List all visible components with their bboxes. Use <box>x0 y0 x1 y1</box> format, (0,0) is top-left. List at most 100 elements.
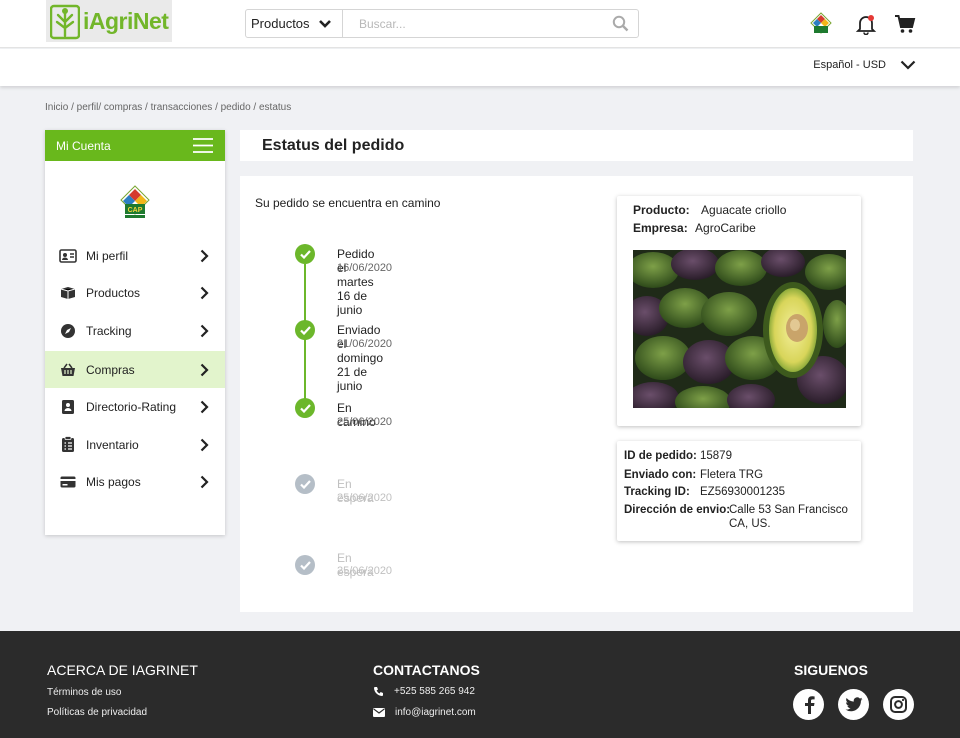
instagram-button[interactable] <box>883 689 914 720</box>
shipping-address-line1: Calle 53 San Francisco <box>729 504 848 516</box>
timeline-step-date: 25/06/2020 <box>337 492 393 504</box>
timeline-step-title: Enviado el domingo 21 de junio <box>337 323 384 393</box>
company-avatar[interactable] <box>809 12 833 36</box>
sidebar-item-label: Inventario <box>86 437 139 452</box>
account-sidebar: Mi Cuenta CAP Mi perfil Productos Tracki… <box>45 130 225 535</box>
shipping-address-line2: CA, US. <box>729 518 771 530</box>
sidebar-item-directorio-rating[interactable]: Directorio-Rating <box>45 389 225 426</box>
chevron-right-icon <box>200 438 209 452</box>
search-icon <box>612 15 628 32</box>
check-icon <box>295 244 315 264</box>
bell-icon <box>855 15 877 35</box>
cart-button[interactable] <box>893 12 917 36</box>
order-id-value: 15879 <box>700 450 732 462</box>
check-icon <box>295 555 315 575</box>
breadcrumb[interactable]: Inicio / perfil/ compras / transacciones… <box>45 102 291 113</box>
twitter-button[interactable] <box>838 689 869 720</box>
footer-about-title: ACERCA DE IAGRINET <box>47 662 198 678</box>
search-category-select[interactable]: Productos <box>246 10 343 37</box>
timeline-step-date: 25/06/2020 <box>337 565 393 577</box>
company-value: AgroCaribe <box>695 221 756 235</box>
search-button[interactable] <box>602 10 638 37</box>
search-bar: Productos <box>245 9 639 38</box>
company-label: Empresa: <box>633 221 688 235</box>
shipping-address-label: Dirección de envio: <box>624 504 731 516</box>
contact-book-icon <box>59 398 77 416</box>
chevron-right-icon <box>200 249 209 262</box>
hamburger-menu-icon[interactable] <box>193 138 213 153</box>
search-input[interactable] <box>343 10 602 37</box>
email-icon <box>373 708 385 717</box>
sidebar-item-label: Tracking <box>86 323 132 338</box>
product-value: Aguacate criollo <box>701 203 787 217</box>
check-icon <box>295 474 315 494</box>
notifications-button[interactable] <box>854 12 878 36</box>
footer-phone[interactable]: +525 585 265 942 <box>373 686 475 697</box>
facebook-button[interactable] <box>793 689 824 720</box>
timeline-step-title: Pedido el martes 16 de junio <box>337 247 375 317</box>
chevron-down-icon <box>318 19 331 28</box>
cap-logo-icon <box>810 12 832 34</box>
search-category-label: Productos <box>251 16 310 31</box>
sidebar-item-label: Compras <box>86 362 135 377</box>
sidebar-item-mis-pagos[interactable]: Mis pagos <box>45 464 225 501</box>
shopping-cart-icon <box>895 15 916 33</box>
sidebar-item-compras[interactable]: Compras <box>45 351 225 389</box>
sub-header: Español - USD <box>0 49 960 86</box>
tracking-id-value[interactable]: EZ56930001235 <box>700 486 785 498</box>
clipboard-icon <box>59 436 77 454</box>
carrier-label: Enviado con: <box>624 469 697 481</box>
privacy-link[interactable]: Políticas de privacidad <box>47 707 147 718</box>
order-id-label: ID de pedido: <box>624 450 697 462</box>
order-details-card: ID de pedido: 15879 Enviado con: Fletera… <box>617 441 861 541</box>
top-header: iAgriNet Productos <box>0 0 960 48</box>
check-icon <box>295 398 315 418</box>
sidebar-item-productos[interactable]: Productos <box>45 275 225 312</box>
sidebar-item-mi-perfil[interactable]: Mi perfil <box>45 237 225 274</box>
timeline-step-date: 25/06/2020 <box>337 416 393 428</box>
instagram-icon <box>890 696 907 713</box>
language-currency-select[interactable]: Español - USD <box>813 59 916 71</box>
order-status-panel: Su pedido se encuentra en camino Pedido … <box>240 176 913 612</box>
language-label: Español - USD <box>813 59 886 71</box>
terms-link[interactable]: Términos de uso <box>47 687 121 698</box>
check-icon <box>295 320 315 340</box>
iagrinet-logo[interactable]: iAgriNet <box>46 0 172 42</box>
compass-icon <box>59 322 77 340</box>
footer-email[interactable]: info@iagrinet.com <box>373 707 476 718</box>
sidebar-item-label: Directorio-Rating <box>86 400 177 415</box>
sidebar-item-label: Mi perfil <box>86 248 129 263</box>
chevron-right-icon <box>200 401 209 414</box>
product-label: Producto: <box>633 203 690 217</box>
chevron-right-icon <box>200 324 209 337</box>
sidebar-item-label: Productos <box>86 286 141 301</box>
product-row: Producto: Aguacate criollo <box>633 203 786 217</box>
svg-text:CAP: CAP <box>128 207 143 214</box>
credit-card-icon <box>59 473 77 491</box>
email-address: info@iagrinet.com <box>395 707 476 718</box>
chevron-right-icon <box>200 363 209 376</box>
carrier-value: Fletera TRG <box>700 469 764 481</box>
twitter-icon <box>845 697 862 712</box>
phone-icon <box>374 687 383 696</box>
cap-logo-icon: CAP <box>120 185 150 218</box>
phone-number: +525 585 265 942 <box>394 686 475 697</box>
sidebar-title: Mi Cuenta <box>56 138 111 153</box>
chevron-down-icon <box>900 60 916 70</box>
avocado-product-image <box>633 250 846 408</box>
page-title: Estatus del pedido <box>262 137 405 154</box>
sidebar-item-inventario[interactable]: Inventario <box>45 426 225 463</box>
footer-contact-title: CONTACTANOS <box>373 662 480 678</box>
chevron-right-icon <box>200 476 209 489</box>
sidebar-item-tracking[interactable]: Tracking <box>45 312 225 349</box>
sidebar-menu: Mi perfil Productos Tracking Compras Dir… <box>45 237 225 501</box>
id-card-icon <box>59 247 77 265</box>
site-footer: ACERCA DE IAGRINET Términos de uso Polít… <box>0 631 960 738</box>
page-title-card: Estatus del pedido <box>240 130 913 161</box>
logo-text: iAgriNet <box>83 7 169 34</box>
chevron-right-icon <box>200 286 209 300</box>
basket-icon <box>59 361 77 379</box>
facebook-icon <box>804 695 815 714</box>
boxes-icon <box>59 284 77 302</box>
sidebar-header: Mi Cuenta <box>45 130 225 161</box>
